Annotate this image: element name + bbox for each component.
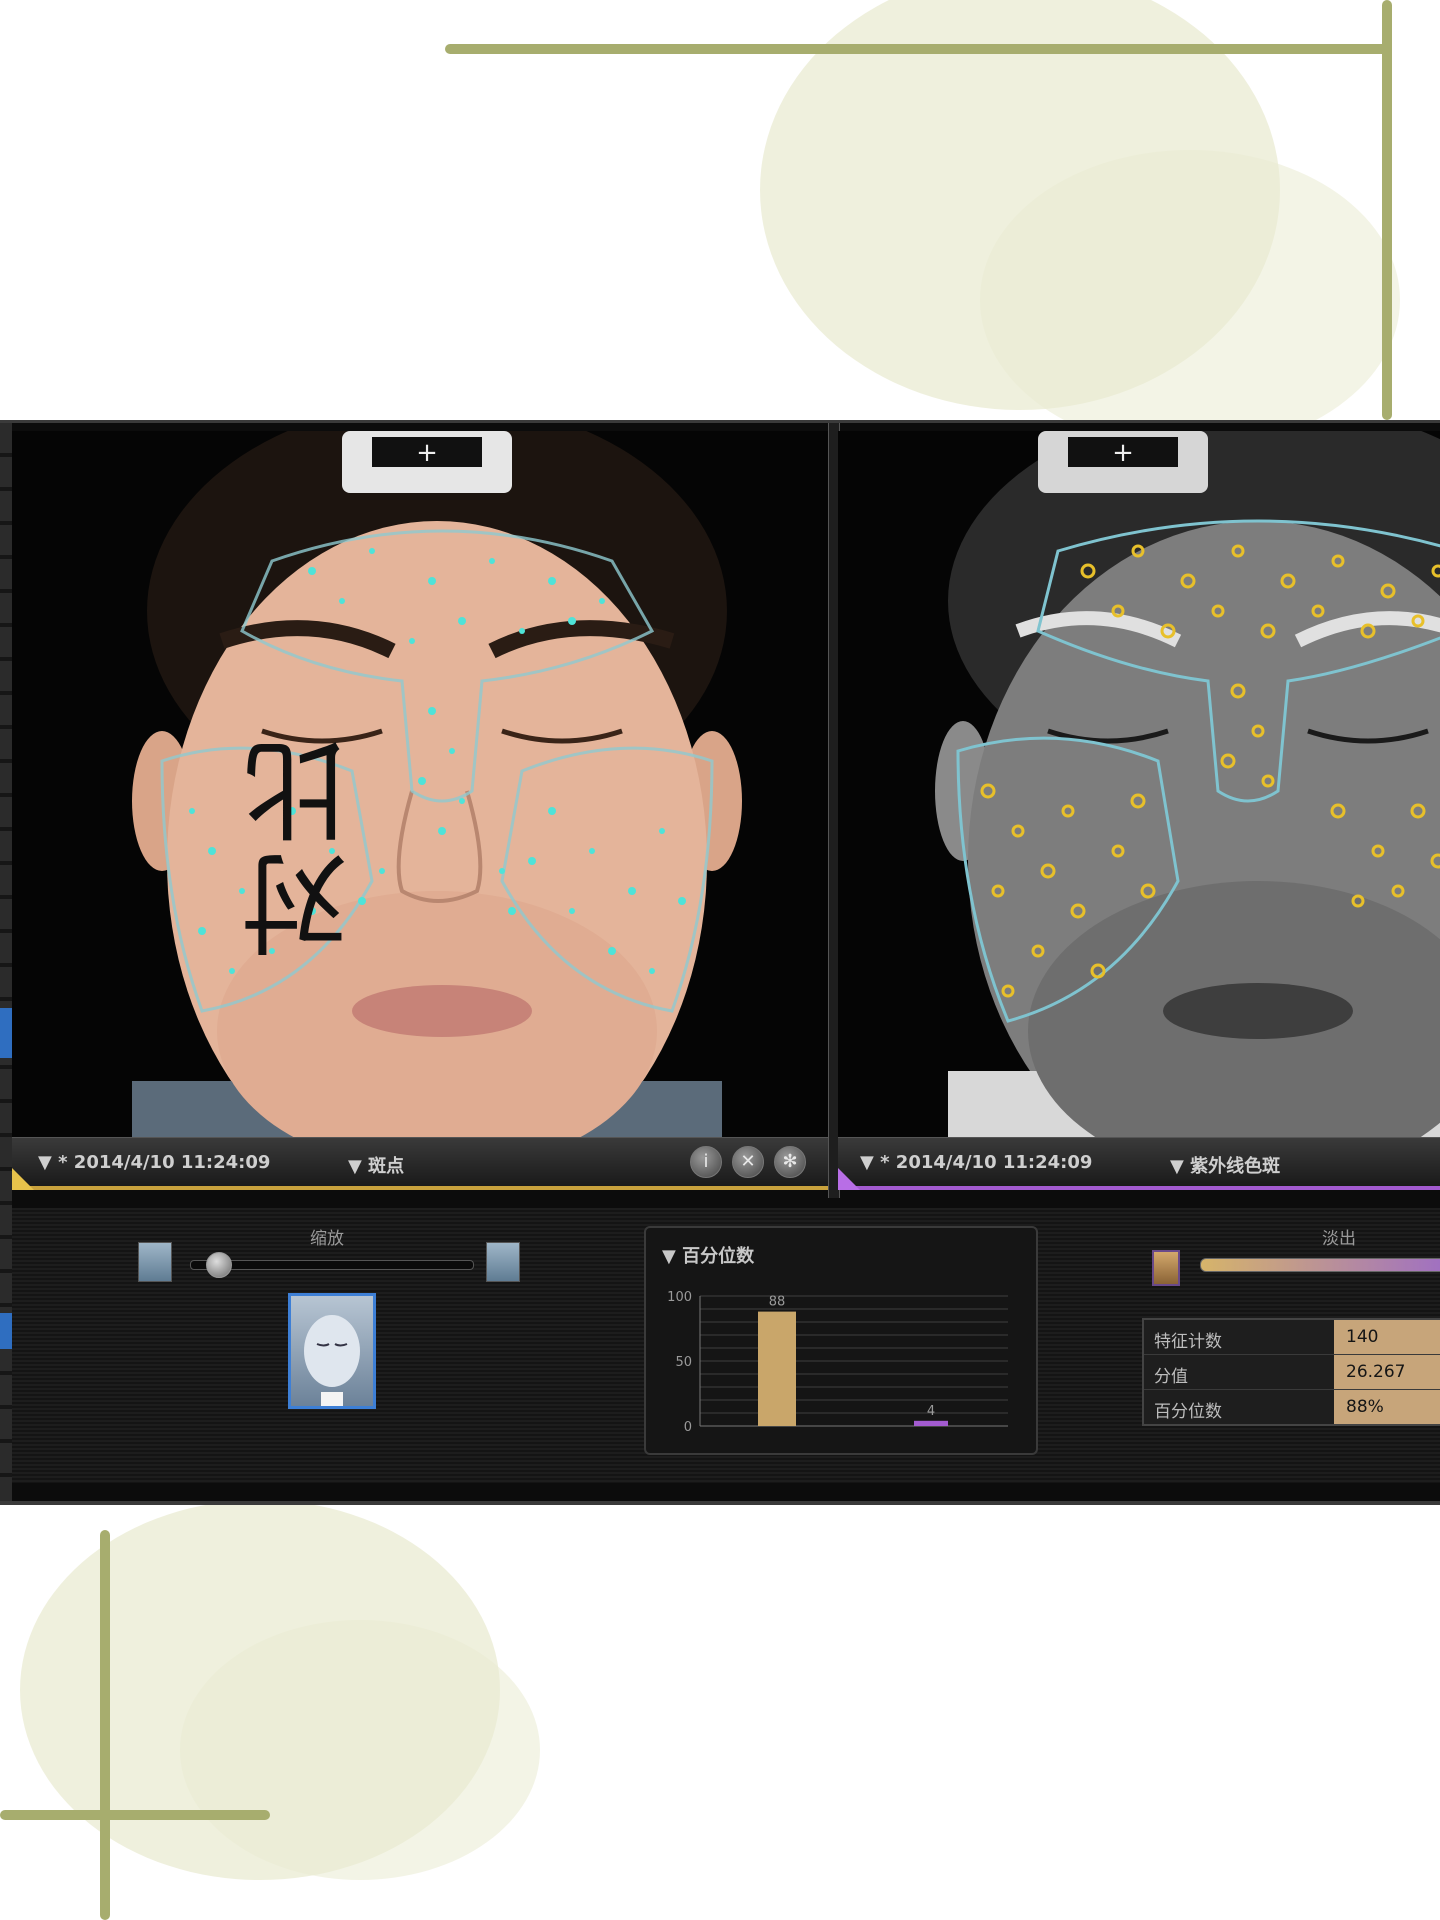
vine-border-left [100,1530,110,1920]
right-mode-dropdown[interactable]: ▼ 紫外线色斑 [1170,1152,1280,1178]
percentile-chart-panel: ▼ 百分位数 0 50 100 88 4 [644,1226,1038,1455]
settings-button[interactable]: ✻ [774,1146,806,1178]
stat-label: 分值 [1154,1367,1188,1387]
fade-label: 淡出 [1322,1229,1356,1249]
stat-row-feature-count: 特征计数 140 [1144,1320,1440,1355]
vine-border-right [1382,0,1392,420]
right-bar-corner-marker [838,1168,860,1190]
fade-color-swatch[interactable] [1152,1250,1180,1286]
close-button[interactable]: ✕ [732,1146,764,1178]
left-mode-dropdown[interactable]: ▼ 斑点 [348,1152,404,1178]
analysis-controls: 缩放 ▼ 百分位数 0 50 100 88 4 淡出 特征计数 140 分值 2… [12,1208,1440,1483]
left-face-viewer[interactable]: + 对比 [12,431,828,1151]
thumbnail-face-image [304,1315,360,1406]
blossom-decoration [980,150,1400,450]
svg-text:+: + [416,438,438,468]
info-button[interactable]: ⅰ [690,1146,722,1178]
side-active-marker [0,1008,12,1058]
stats-table: 特征计数 140 分值 26.267 百分位数 88% [1142,1318,1440,1426]
zoom-slider[interactable] [190,1260,474,1270]
side-active-marker [0,1313,12,1349]
chart-bar [758,1311,796,1426]
spots-face-image: + [12,431,828,1151]
zoom-label: 缩放 [310,1229,344,1249]
right-timestamp-dropdown[interactable]: ▼ * 2014/4/10 11:24:09 [860,1152,1092,1173]
percentile-chart-title[interactable]: ▼ 百分位数 [662,1242,754,1268]
svg-text:+: + [1112,438,1134,468]
stat-value: 140 [1334,1320,1440,1354]
zoom-in-eye-icon[interactable] [486,1242,520,1282]
chart-bar [914,1420,948,1426]
stat-row-percentile: 百分位数 88% [1144,1390,1440,1424]
fade-slider[interactable] [1200,1258,1440,1272]
uv-face-image: + [838,431,1440,1151]
vine-border-bottom [0,1810,270,1820]
left-timestamp-dropdown[interactable]: ▼ * 2014/4/10 11:24:09 [38,1152,270,1173]
bar-data-label: 88 [769,1295,786,1310]
overlay-title: 对比 [242,731,367,959]
stat-value: 88% [1334,1390,1440,1424]
right-face-viewer[interactable]: + [838,431,1440,1151]
zoom-slider-thumb[interactable] [206,1252,233,1278]
left-viewer-toolbar: ▼ * 2014/4/10 11:24:09 ▼ 斑点 ⅰ ✕ ✻ [12,1137,828,1190]
y-tick-label: 100 [667,1290,692,1305]
face-thumbnail[interactable] [288,1293,376,1409]
y-tick-label: 0 [684,1420,692,1435]
vine-border-top [445,44,1390,54]
side-scroll-strip[interactable] [0,423,12,1501]
skin-analysis-window: + 对比 + ▼ * 2014/4/10 11:24:09 ▼ 斑点 ⅰ ✕ ✻… [0,420,1440,1505]
stat-label: 特征计数 [1154,1332,1222,1352]
y-tick-label: 50 [675,1355,692,1370]
zoom-out-face-icon[interactable] [138,1242,172,1282]
right-viewer-toolbar: ▼ * 2014/4/10 11:24:09 ▼ 紫外线色斑 [838,1137,1440,1190]
stat-row-score: 分值 26.267 [1144,1355,1440,1390]
bar-data-label: 4 [927,1404,935,1419]
percentile-bar-chart: 0 50 100 88 4 [667,1290,1008,1435]
blossom-decoration [180,1620,540,1880]
stat-value: 26.267 [1334,1355,1440,1389]
left-bar-corner-marker [12,1168,34,1190]
stat-label: 百分位数 [1154,1402,1222,1422]
